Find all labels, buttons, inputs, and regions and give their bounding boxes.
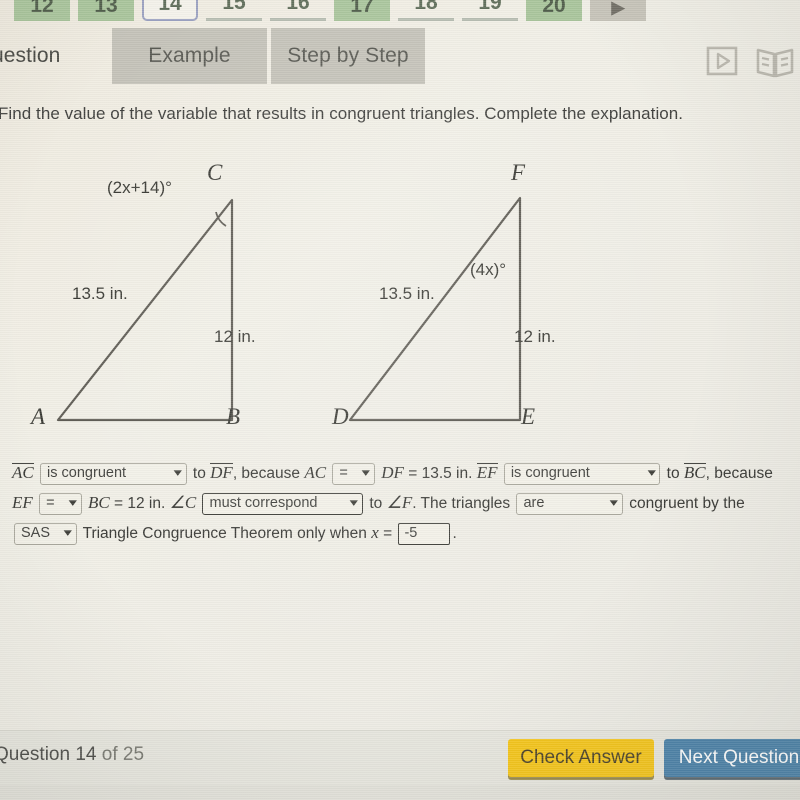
triangle-abc-vertex-a: A	[31, 404, 46, 429]
segment-because-2: , because	[705, 465, 773, 482]
chevron-down-icon: ▾	[610, 497, 619, 510]
segment-because-1: , because	[232, 465, 301, 482]
segment-angle-f: ∠F	[386, 493, 413, 512]
question-counter: Question 14 of 25	[0, 744, 144, 766]
dropdown-equality-1-value: =	[339, 465, 348, 482]
triangle-abc-hypotenuse-label: 13.5 in.	[72, 284, 128, 303]
segment-ef-2: EF	[12, 493, 33, 512]
segment-equals: =	[383, 525, 393, 542]
tab-bar: Question Example Step by Step	[0, 28, 800, 86]
segment-congruent-by: congruent by the	[629, 495, 745, 512]
check-answer-label: Check Answer	[520, 747, 642, 768]
x-value-input[interactable]: -5	[398, 522, 451, 545]
dropdown-congruence-1-value: is congruent	[47, 465, 127, 482]
app-page: 12 13 14 15 16 17 18 19 20 ▶ Question Example Ste…	[0, 0, 800, 800]
question-number-cell-14[interactable]: 14	[142, 0, 198, 21]
dropdown-congruence-1[interactable]: is congruent ▾	[40, 462, 187, 485]
dropdown-equality-1[interactable]: = ▾	[332, 462, 375, 485]
question-number-cell-17[interactable]: 17	[334, 0, 390, 21]
chevron-down-icon: ▾	[362, 467, 371, 480]
segment-to-3: to	[369, 495, 383, 512]
dropdown-equality-2-value: =	[46, 495, 55, 512]
dropdown-congruence-2[interactable]: is congruent ▾	[503, 462, 661, 485]
triangle-def-vertical-label: 12 in.	[514, 327, 556, 346]
chevron-down-icon: ▾	[68, 497, 78, 510]
dropdown-are-value: are	[523, 495, 545, 512]
question-number-cell-15[interactable]: 15	[206, 0, 262, 21]
next-question-button[interactable]: Next Question	[664, 739, 800, 777]
question-counter-of: of	[101, 744, 118, 765]
answer-explanation: AC is congruent ▾ to DF, because AC = ▾ DF…	[12, 458, 794, 548]
segment-triangles: . The triangles	[412, 495, 511, 512]
triangle-abc-vertex-c: C	[207, 160, 223, 185]
question-number-strip: 12 13 14 15 16 17 18 19 20 ▶	[0, 0, 800, 24]
triangle-abc-vertical-label: 12 in.	[214, 327, 256, 346]
triangle-abc-angle-label: (2x+14)°	[107, 178, 172, 197]
check-answer-button[interactable]: Check Answer	[508, 739, 654, 777]
question-number-cell-18[interactable]: 18	[398, 0, 454, 21]
segment-to-1: to	[192, 465, 206, 482]
question-number-cell-16[interactable]: 16	[270, 0, 326, 21]
question-number-cell-20[interactable]: 20	[526, 0, 582, 21]
question-number-cell-13[interactable]: 13	[78, 0, 134, 21]
segment-df-1: DF	[210, 463, 233, 482]
segment-bc-2: BC	[87, 493, 110, 512]
segment-measure-1: = 13.5 in.	[408, 465, 473, 482]
segment-ef-1: EF	[476, 463, 498, 482]
tab-step-by-step[interactable]: Step by Step	[271, 28, 425, 84]
triangle-def-drawing	[348, 196, 522, 422]
chevron-down-icon: ▾	[647, 467, 656, 480]
tab-step-by-step-label: Step by Step	[287, 44, 409, 67]
chevron-down-icon: ▾	[63, 527, 72, 540]
question-prompt: Find the value of the variable that resu…	[0, 104, 684, 123]
tab-question-label: Question	[0, 44, 61, 67]
triangle-def-hypotenuse-label: 13.5 in.	[379, 284, 435, 303]
segment-ac-1: AC	[12, 463, 34, 482]
question-number-cell-▶[interactable]: ▶	[590, 0, 646, 21]
segment-to-2: to	[666, 465, 680, 482]
segment-measure-2: = 12 in.	[113, 495, 166, 512]
segment-variable-x: x	[371, 523, 379, 542]
x-value-input-value: -5	[404, 525, 418, 542]
segment-ac-2: AC	[304, 463, 327, 482]
bottom-bar: Question 14 of 25 Check Answer Next Ques…	[0, 730, 800, 785]
tab-example-label: Example	[148, 44, 231, 67]
dropdown-correspondence[interactable]: must correspond ▾	[202, 492, 364, 515]
triangle-def-vertex-f: F	[511, 160, 526, 185]
footer-strip	[0, 784, 800, 800]
dropdown-are[interactable]: are ▾	[516, 492, 623, 515]
triangle-abc-vertex-b: B	[226, 404, 241, 429]
question-counter-total: 25	[122, 744, 145, 765]
segment-df-2: DF	[381, 463, 404, 482]
triangle-def-vertex-d: D	[332, 404, 349, 429]
figures-area: C A B (2x+14)° 13.5 in. 12 in. F D E (4x…	[0, 152, 800, 452]
segment-period: .	[452, 525, 457, 542]
triangle-def-angle-label: (4x)°	[470, 260, 507, 279]
segment-bc-1: BC	[683, 463, 706, 482]
tab-example[interactable]: Example	[112, 28, 267, 84]
dropdown-theorem-value: SAS	[21, 525, 51, 542]
tab-question[interactable]: Question	[0, 28, 88, 84]
dropdown-theorem[interactable]: SAS ▾	[14, 522, 77, 545]
question-number-cell-19[interactable]: 19	[462, 0, 518, 21]
dropdown-correspondence-value: must correspond	[209, 495, 318, 512]
video-play-icon[interactable]	[702, 40, 742, 82]
dropdown-congruence-2-value: is congruent	[510, 465, 590, 482]
chevron-down-icon: ▾	[350, 497, 359, 510]
top-right-tools	[702, 40, 794, 82]
dropdown-equality-2[interactable]: = ▾	[39, 492, 82, 515]
segment-angle-c: ∠C	[169, 493, 197, 512]
question-counter-word: Question	[0, 744, 71, 765]
segment-theorem-text: Triangle Congruence Theorem only when	[82, 525, 367, 542]
open-book-icon[interactable]	[754, 40, 794, 82]
chevron-down-icon: ▾	[173, 467, 182, 480]
next-question-label: Next Question	[678, 747, 800, 768]
question-number-cell-12[interactable]: 12	[14, 0, 70, 21]
triangle-def-vertex-e: E	[521, 404, 536, 429]
question-counter-number: 14	[75, 744, 97, 765]
